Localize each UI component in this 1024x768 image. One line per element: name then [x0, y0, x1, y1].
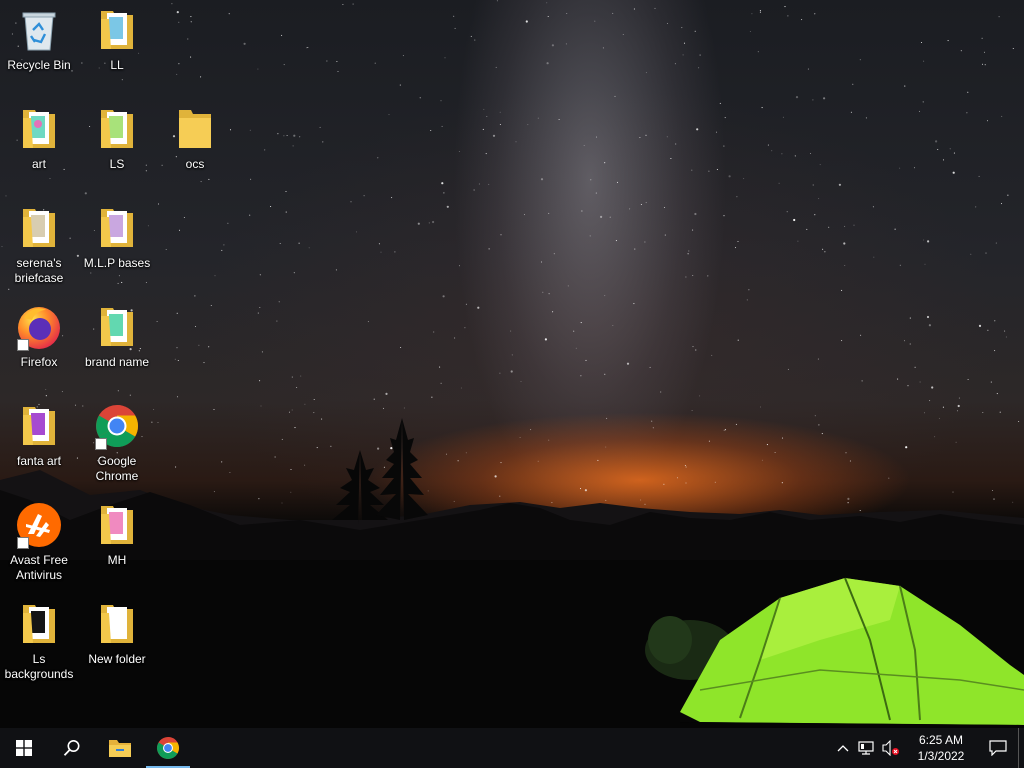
- clock-date: 1/3/2022: [917, 749, 965, 763]
- folder-icon: [15, 105, 63, 153]
- desktop-icon-label: MH: [107, 553, 127, 567]
- firefox-icon: [15, 303, 63, 351]
- desktop-icon-recycle-bin[interactable]: Recycle Bin: [1, 6, 77, 96]
- folder-icon: [15, 402, 63, 450]
- desktop-icon-label: Google Chrome: [95, 454, 139, 483]
- windows-start-icon: [16, 740, 32, 756]
- desktop-icon-avast[interactable]: Avast Free Antivirus: [1, 501, 77, 591]
- desktop-icon-mh[interactable]: MH: [79, 501, 155, 591]
- chevron-up-icon: [837, 745, 849, 752]
- taskbar-clock[interactable]: 6:25 AM 1/3/2022: [904, 728, 978, 768]
- system-tray: 6:25 AM 1/3/2022: [832, 728, 1024, 768]
- show-desktop-button[interactable]: [1018, 728, 1024, 768]
- desktop-icon-label: Avast Free Antivirus: [10, 553, 68, 582]
- desktop-icon-label: serena's briefcase: [14, 256, 64, 285]
- folder-icon: [171, 105, 219, 153]
- shortcut-arrow-icon: [17, 339, 29, 351]
- desktop-icon-label: Firefox: [20, 355, 58, 369]
- folder-icon: [15, 204, 63, 252]
- folder-icon: [93, 501, 141, 549]
- desktop-icon-serenas-briefcase[interactable]: serena's briefcase: [1, 204, 77, 294]
- desktop-icon-label: M.L.P bases: [83, 256, 151, 270]
- start-button[interactable]: [0, 728, 48, 768]
- desktop-icon-label: LS: [109, 157, 125, 171]
- action-center-button[interactable]: [978, 728, 1018, 768]
- taskbar: 6:25 AM 1/3/2022: [0, 728, 1024, 768]
- desktop-icon-label: New folder: [88, 652, 146, 666]
- desktop-icon-label: fanta art: [16, 454, 62, 468]
- desktop-icon-ls-backgrounds[interactable]: Ls backgrounds: [1, 600, 77, 690]
- recycle-bin-icon: [15, 6, 63, 54]
- folder-icon: [93, 303, 141, 351]
- folder-icon: [15, 600, 63, 648]
- desktop-icon-google-chrome[interactable]: Google Chrome: [79, 402, 155, 492]
- shortcut-arrow-icon: [17, 537, 29, 549]
- desktop-icon-firefox[interactable]: Firefox: [1, 303, 77, 393]
- network-button[interactable]: [854, 728, 878, 768]
- clock-time: 6:25 AM: [918, 733, 964, 747]
- folder-icon: [93, 105, 141, 153]
- folder-icon: [93, 6, 141, 54]
- desktop-icon-brand-name[interactable]: brand name: [79, 303, 155, 393]
- volume-button[interactable]: [878, 728, 904, 768]
- avast-icon: [15, 501, 63, 549]
- desktop-icon-new-folder[interactable]: New folder: [79, 600, 155, 690]
- taskbar-file-explorer[interactable]: [96, 728, 144, 768]
- desktop-icon-ls[interactable]: LS: [79, 105, 155, 195]
- notifications-icon: [989, 740, 1007, 756]
- desktop-icon-label: art: [31, 157, 46, 171]
- desktop-icon-ocs[interactable]: ocs: [157, 105, 233, 195]
- desktop-icon-mlp-bases[interactable]: M.L.P bases: [79, 204, 155, 294]
- desktop-icon-art[interactable]: art: [1, 105, 77, 195]
- volume-muted-icon: [882, 740, 899, 756]
- file-explorer-icon: [109, 740, 131, 757]
- chrome-icon: [93, 402, 141, 450]
- desktop-icon-label: Ls backgrounds: [4, 652, 74, 681]
- folder-icon: [93, 204, 141, 252]
- network-wired-icon: [858, 741, 874, 755]
- desktop-icon-fanta-art[interactable]: fanta art: [1, 402, 77, 492]
- taskbar-chrome[interactable]: [144, 728, 192, 768]
- search-button[interactable]: [48, 728, 96, 768]
- folder-icon: [93, 600, 141, 648]
- shortcut-arrow-icon: [95, 438, 107, 450]
- chrome-icon: [157, 737, 179, 759]
- desktop-icon-label: ocs: [185, 157, 205, 171]
- show-hidden-icons-button[interactable]: [832, 728, 854, 768]
- desktop-icon-label: LL: [110, 58, 124, 72]
- desktop-icon-ll[interactable]: LL: [79, 6, 155, 96]
- desktop-icon-label: Recycle Bin: [7, 58, 71, 72]
- search-icon: [63, 740, 80, 756]
- desktop-icon-label: brand name: [84, 355, 150, 369]
